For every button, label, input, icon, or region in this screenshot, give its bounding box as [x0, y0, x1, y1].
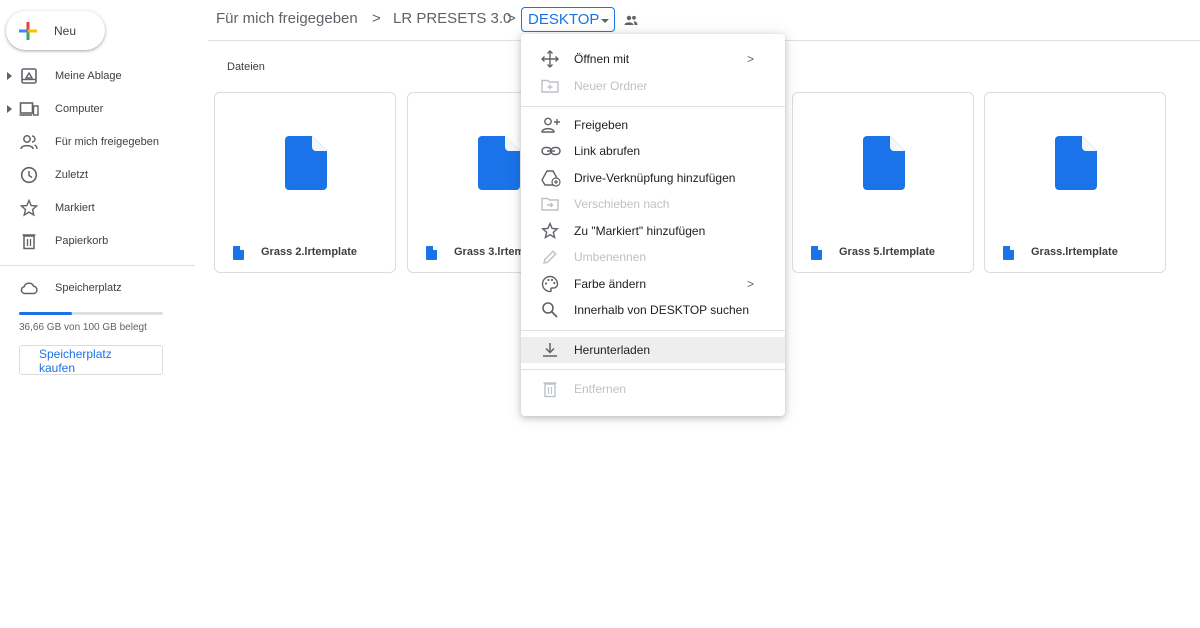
menu-item-share[interactable]: Freigeben: [521, 112, 785, 138]
sidebar-item-storage[interactable]: Speicherplatz: [0, 275, 200, 301]
file-name: Grass 2.lrtemplate: [261, 246, 357, 258]
breadcrumb-separator-icon: >: [507, 10, 516, 27]
menu-item-remove[interactable]: Entfernen: [521, 376, 785, 402]
menu-item-new-folder[interactable]: Neuer Ordner: [521, 73, 785, 99]
clock-icon: [20, 166, 38, 184]
computer-icon: [19, 102, 39, 116]
menu-item-rename[interactable]: Umbenennen: [521, 244, 785, 270]
new-button-label: Neu: [54, 24, 77, 38]
shared-folder-icon[interactable]: [624, 14, 638, 26]
cloud-icon: [20, 282, 38, 295]
sidebar-item-label: Computer: [55, 103, 104, 115]
menu-divider: [521, 369, 785, 370]
chevron-right-icon: >: [747, 277, 755, 291]
document-icon: [478, 136, 520, 190]
storage-usage-text: 36,66 GB von 100 GB belegt: [19, 322, 147, 333]
menu-divider: [521, 106, 785, 107]
file-card[interactable]: Grass 2.lrtemplate: [214, 92, 396, 273]
buy-storage-label: Speicherplatz kaufen: [39, 347, 112, 375]
menu-item-label: Farbe ändern: [574, 277, 647, 291]
new-folder-icon: [541, 79, 559, 93]
file-card[interactable]: Grass.lrtemplate: [984, 92, 1166, 273]
sidebar-item-starred[interactable]: Markiert: [0, 195, 200, 221]
sidebar-divider: [0, 265, 195, 266]
menu-item-change-color[interactable]: Farbe ändern >: [521, 271, 785, 297]
menu-item-label: Entfernen: [574, 382, 627, 396]
current-folder-label: DESKTOP: [528, 11, 600, 28]
document-icon: [863, 136, 905, 190]
rename-icon: [543, 250, 557, 264]
sidebar-item-label: Für mich freigegeben: [55, 136, 159, 148]
chevron-right-icon: >: [747, 52, 755, 66]
context-menu: Öffnen mit > Neuer Ordner Freigeben Link…: [521, 34, 785, 416]
storage-label: Speicherplatz: [55, 282, 122, 294]
drive-shortcut-icon: [541, 170, 561, 187]
menu-item-label: Link abrufen: [574, 144, 641, 158]
document-icon: [426, 246, 437, 260]
menu-item-label: Neuer Ordner: [574, 79, 648, 93]
document-icon: [233, 246, 244, 260]
star-icon: [541, 222, 559, 239]
share-person-icon: [541, 117, 560, 133]
menu-divider: [521, 330, 785, 331]
sidebar-item-label: Zuletzt: [55, 169, 89, 181]
expand-caret-icon[interactable]: [7, 72, 12, 80]
sidebar-item-computer[interactable]: Computer: [0, 96, 200, 122]
menu-item-add-starred[interactable]: Zu "Markiert" hinzufügen: [521, 218, 785, 244]
menu-item-label: Umbenennen: [574, 250, 647, 264]
file-name: Grass 5.lrtemplate: [839, 246, 935, 258]
sidebar-item-label: Papierkorb: [55, 235, 109, 247]
menu-item-search-in-folder[interactable]: Innerhalb von DESKTOP suchen: [521, 297, 785, 323]
new-button[interactable]: Neu: [6, 11, 105, 50]
storage-progress-bar: [19, 312, 163, 315]
plus-icon: [19, 22, 37, 40]
menu-item-move-to[interactable]: Verschieben nach: [521, 191, 785, 217]
sidebar-item-my-drive[interactable]: Meine Ablage: [0, 63, 200, 89]
menu-item-download[interactable]: Herunterladen: [521, 337, 785, 363]
sidebar-item-label: Meine Ablage: [55, 70, 122, 82]
menu-item-open-with[interactable]: Öffnen mit >: [521, 46, 785, 72]
section-title-files: Dateien: [227, 61, 265, 73]
breadcrumb-item-lr-presets[interactable]: LR PRESETS 3.0: [393, 10, 511, 27]
file-name: Grass.lrtemplate: [1031, 246, 1118, 258]
palette-icon: [541, 275, 559, 293]
menu-item-label: Zu "Markiert" hinzufügen: [574, 224, 706, 238]
my-drive-icon: [21, 68, 37, 84]
file-card[interactable]: Grass 5.lrtemplate: [792, 92, 974, 273]
menu-item-label: Drive-Verknüpfung hinzufügen: [574, 171, 736, 185]
breadcrumb-current-folder[interactable]: DESKTOP: [521, 7, 615, 32]
storage-progress-fill: [19, 312, 72, 315]
document-icon: [1003, 246, 1014, 260]
trash-icon: [22, 234, 36, 250]
document-icon: [1055, 136, 1097, 190]
link-icon: [541, 146, 561, 156]
chevron-down-icon: [601, 19, 609, 23]
buy-storage-button[interactable]: Speicherplatz kaufen: [19, 345, 163, 375]
menu-item-label: Öffnen mit: [574, 52, 630, 66]
document-icon: [285, 136, 327, 190]
file-name: Grass 3.lrtemp: [454, 246, 532, 258]
sidebar-item-recent[interactable]: Zuletzt: [0, 162, 200, 188]
menu-item-get-link[interactable]: Link abrufen: [521, 138, 785, 164]
menu-item-label: Herunterladen: [574, 343, 651, 357]
sidebar-item-trash[interactable]: Papierkorb: [0, 228, 200, 254]
trash-icon: [543, 382, 557, 398]
sidebar-item-label: Markiert: [55, 202, 95, 214]
download-icon: [543, 343, 557, 357]
shared-icon: [20, 135, 38, 150]
star-icon: [19, 199, 39, 217]
document-icon: [811, 246, 822, 260]
menu-item-label: Verschieben nach: [574, 197, 670, 211]
search-icon: [542, 302, 558, 318]
menu-item-label: Innerhalb von DESKTOP suchen: [574, 303, 749, 317]
expand-caret-icon[interactable]: [7, 105, 12, 113]
move-to-icon: [541, 197, 559, 211]
open-with-icon: [541, 50, 559, 68]
menu-item-add-shortcut[interactable]: Drive-Verknüpfung hinzufügen: [521, 165, 785, 191]
breadcrumb-item-shared[interactable]: Für mich freigegeben: [216, 10, 358, 27]
breadcrumb-separator-icon: >: [372, 10, 381, 27]
sidebar-item-shared[interactable]: Für mich freigegeben: [0, 129, 200, 155]
menu-item-label: Freigeben: [574, 118, 629, 132]
